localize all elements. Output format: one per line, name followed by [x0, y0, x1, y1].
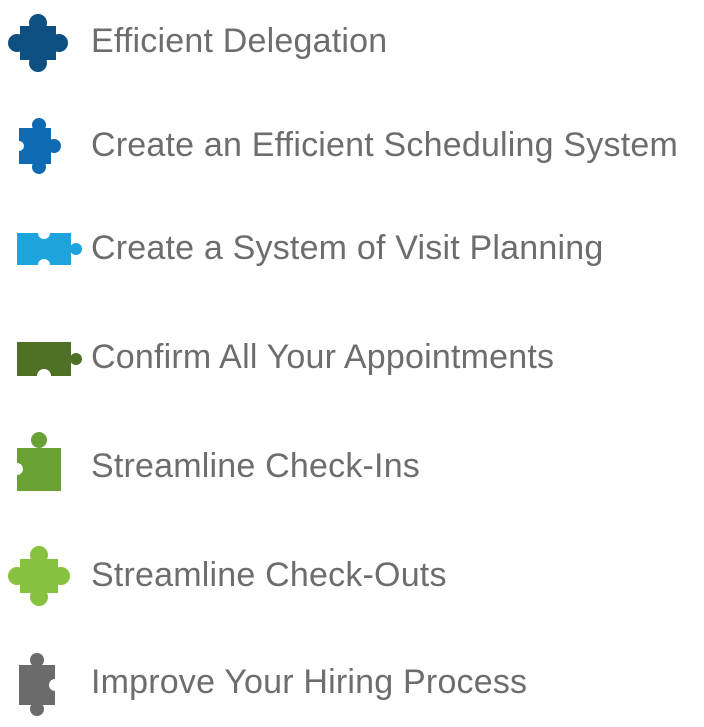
- list-item-label: Confirm All Your Appointments: [91, 338, 555, 376]
- checklist: Efficient Delegation Create an Efficient…: [0, 0, 704, 716]
- puzzle-piece-icon: [6, 100, 86, 190]
- puzzle-piece-shape: [8, 14, 68, 72]
- puzzle-piece-icon: [6, 203, 86, 293]
- list-item-label: Efficient Delegation: [91, 22, 388, 60]
- list-item: Efficient Delegation: [0, 0, 704, 86]
- list-item-label: Create an Efficient Scheduling System: [91, 126, 678, 164]
- puzzle-piece-icon: [6, 530, 86, 620]
- puzzle-piece-icon: [6, 0, 86, 86]
- list-item: Streamline Check-Outs: [0, 530, 704, 620]
- puzzle-piece-shape: [19, 653, 61, 716]
- puzzle-piece-shape: [17, 227, 82, 271]
- puzzle-piece-shape: [8, 546, 70, 606]
- puzzle-piece-shape: [17, 342, 82, 383]
- list-item: Create an Efficient Scheduling System: [0, 100, 704, 190]
- puzzle-piece-icon: [6, 312, 86, 402]
- puzzle-piece-icon: [6, 637, 86, 727]
- list-item-label: Improve Your Hiring Process: [91, 663, 528, 701]
- puzzle-piece-shape: [14, 118, 61, 174]
- puzzle-piece-shape: [11, 432, 61, 491]
- list-item: Confirm All Your Appointments: [0, 312, 704, 402]
- list-item: Create a System of Visit Planning: [0, 203, 704, 293]
- list-item-label: Streamline Check-Ins: [91, 447, 421, 485]
- list-item: Improve Your Hiring Process: [0, 637, 704, 727]
- list-item-label: Streamline Check-Outs: [91, 556, 447, 594]
- list-item: Streamline Check-Ins: [0, 421, 704, 511]
- puzzle-piece-icon: [6, 421, 86, 511]
- list-item-label: Create a System of Visit Planning: [91, 229, 604, 267]
